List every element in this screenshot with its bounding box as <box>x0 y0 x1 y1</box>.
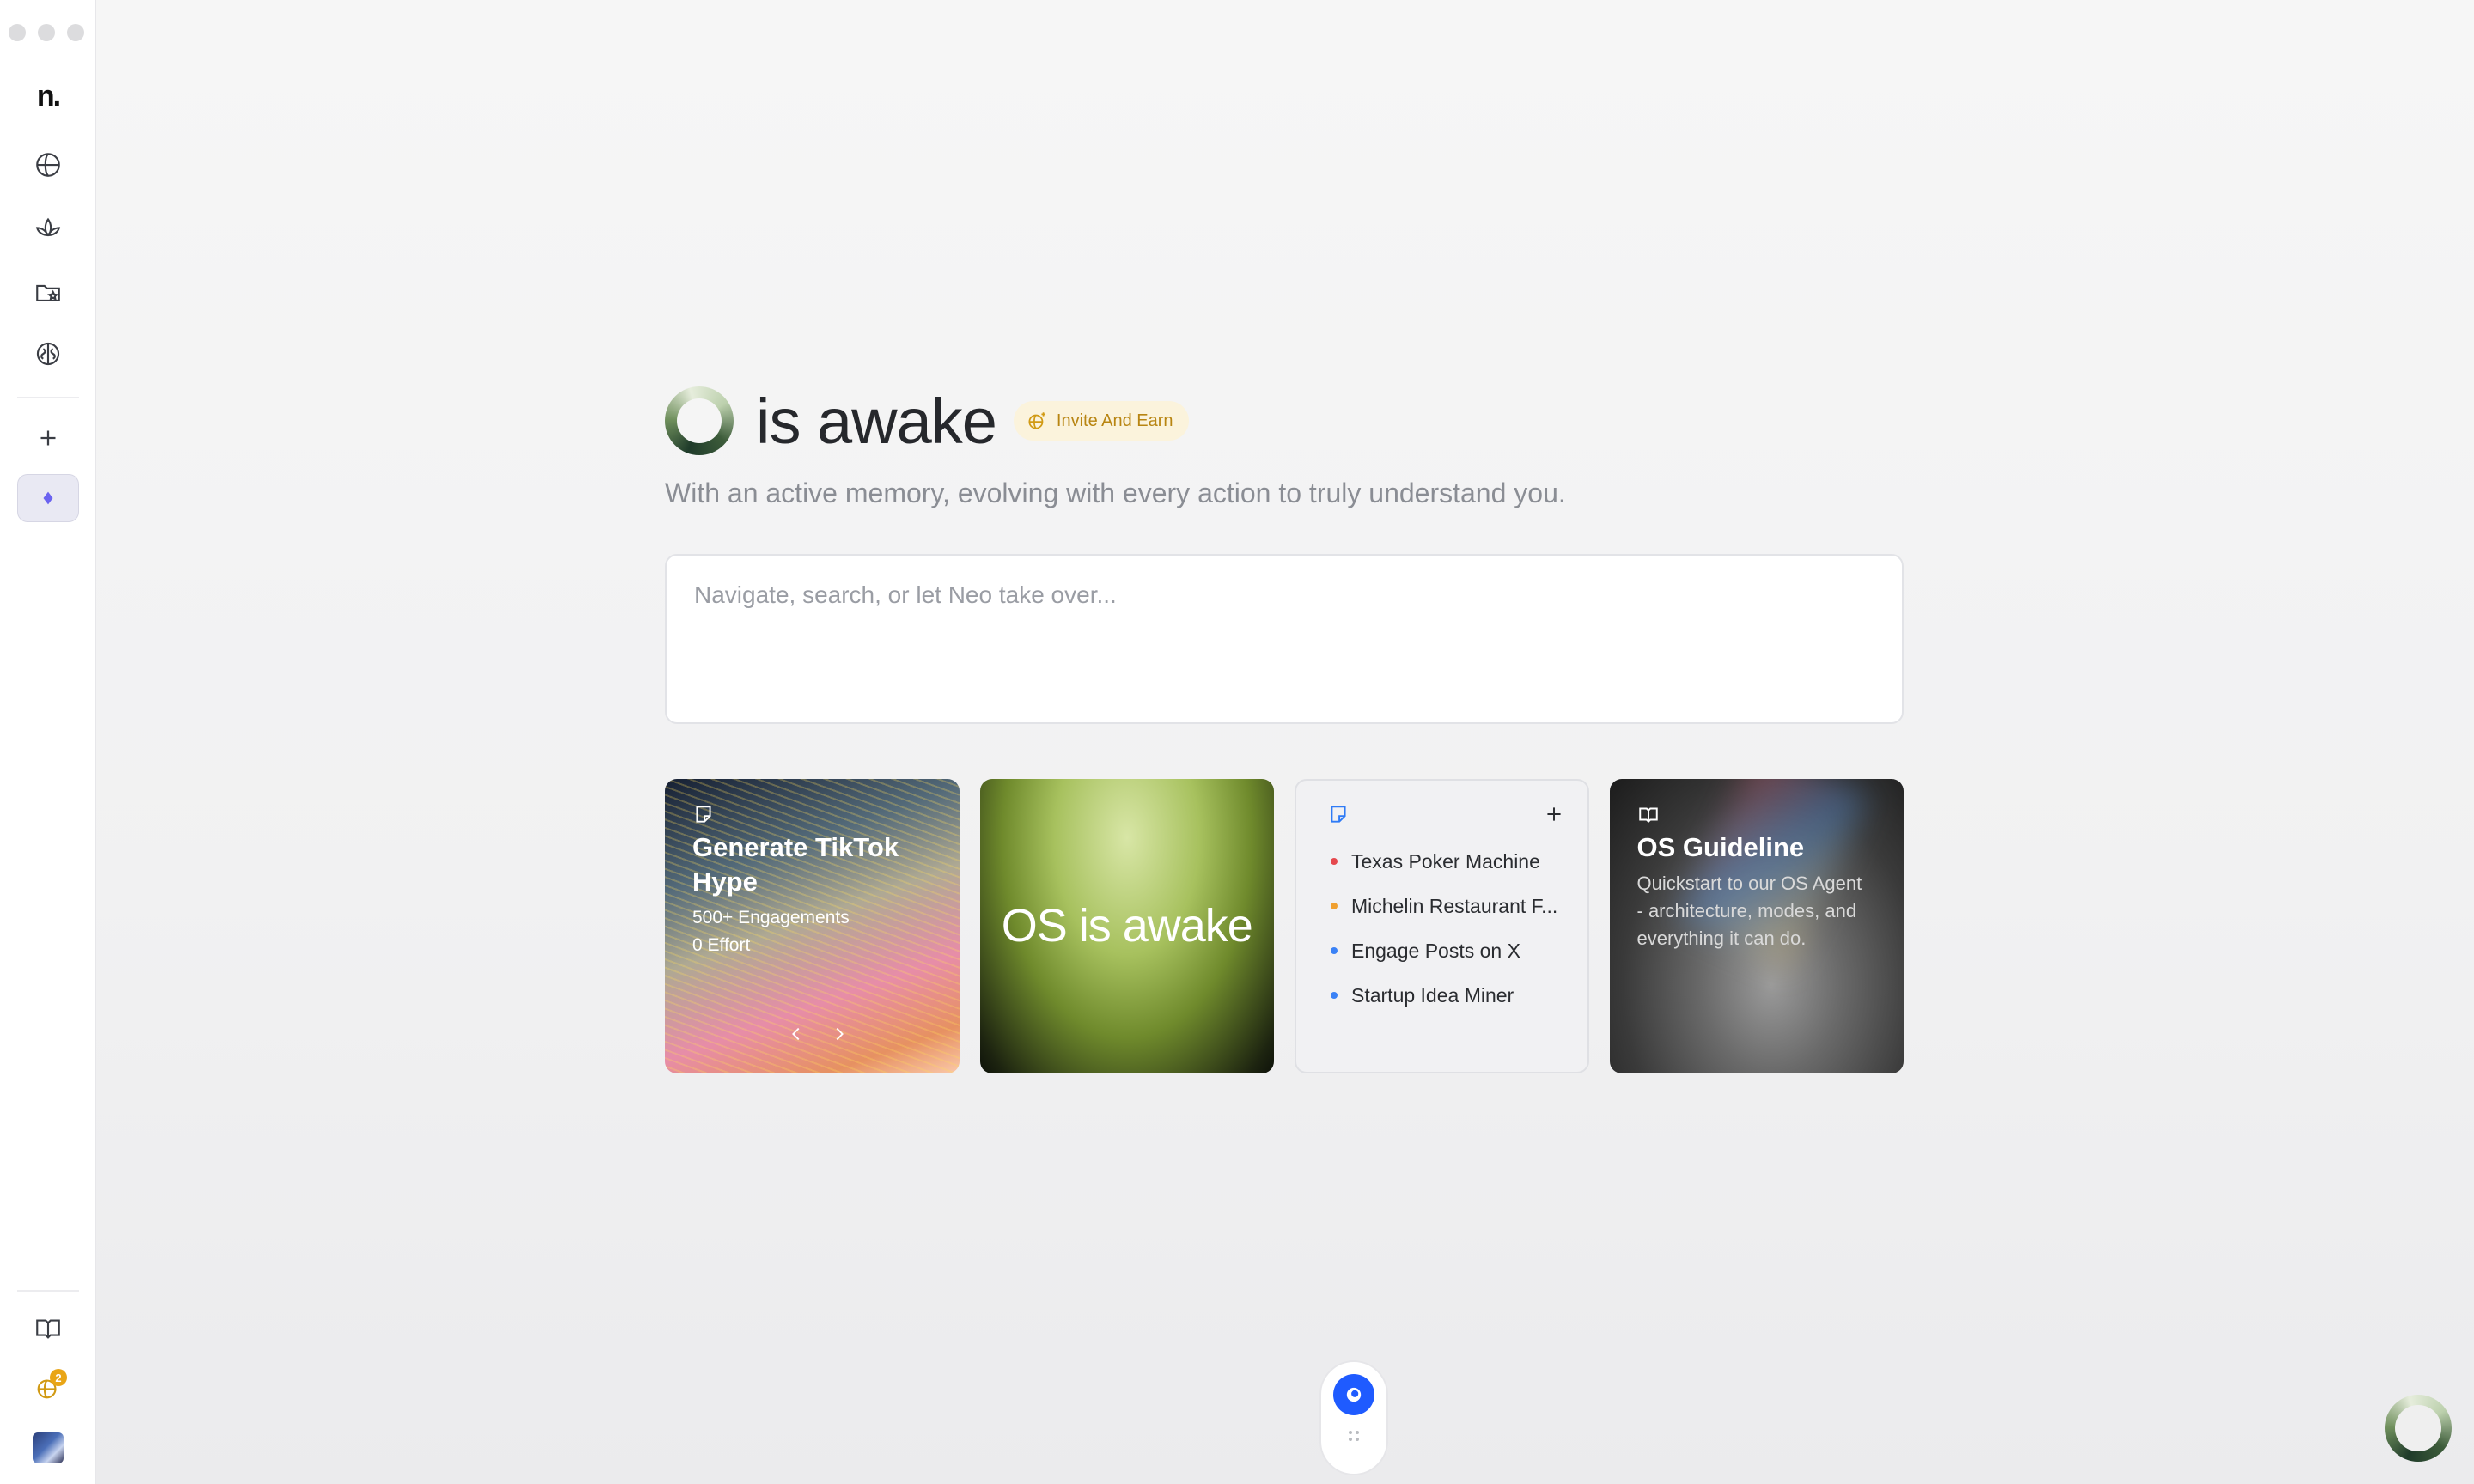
invite-label: Invite And Earn <box>1056 411 1173 430</box>
book-icon <box>36 1319 60 1339</box>
neo-orb-icon <box>665 386 734 455</box>
search-input[interactable] <box>694 581 1874 609</box>
plus-icon <box>40 430 56 446</box>
logo-text: n. <box>36 79 61 113</box>
globe-sparkle-icon <box>1028 412 1045 429</box>
chat-bubble-icon <box>1346 1387 1362 1402</box>
app-logo[interactable]: n. <box>17 72 79 120</box>
next-button[interactable] <box>828 1023 850 1045</box>
neo-orb-button[interactable] <box>2385 1395 2452 1462</box>
close-window-button[interactable] <box>9 24 26 41</box>
card-task-list: Texas Poker Machine Michelin Restaurant … <box>1295 779 1589 1073</box>
list-item[interactable]: Texas Poker Machine <box>1331 839 1574 884</box>
sidebar-item-explore[interactable] <box>17 141 79 189</box>
card-title: OS Guideline <box>1636 832 1805 862</box>
list-item-label: Michelin Restaurant F... <box>1351 894 1558 917</box>
title-row: is awake Invite And Earn <box>665 383 1904 459</box>
list-item[interactable]: Michelin Restaurant F... <box>1331 884 1574 928</box>
card-line2: 0 Effort <box>692 935 751 955</box>
status-dot <box>1331 992 1338 999</box>
diamond-icon <box>43 491 53 505</box>
search-box[interactable] <box>665 554 1904 724</box>
list-item[interactable]: Startup Idea Miner <box>1331 973 1574 1018</box>
status-dot <box>1331 858 1338 865</box>
sidebar-item-memory[interactable] <box>17 330 79 378</box>
chevron-right-icon <box>836 1027 844 1041</box>
folder-star-icon <box>36 284 60 301</box>
list-item-label: Engage Posts on X <box>1351 939 1520 962</box>
status-dot <box>1331 947 1338 954</box>
list-item[interactable]: Engage Posts on X <box>1331 928 1574 973</box>
assistant-dock[interactable] <box>1319 1360 1388 1475</box>
carousel-nav <box>785 1023 850 1045</box>
sidebar-item-active[interactable] <box>17 474 79 522</box>
minimize-window-button[interactable] <box>38 24 55 41</box>
sidebar-item-lotus[interactable] <box>17 203 79 251</box>
note-icon <box>696 806 711 823</box>
rewards-button[interactable]: 2 <box>17 1364 79 1412</box>
sidebar-divider-bottom <box>17 1290 79 1292</box>
card-awake-text: OS is awake <box>1001 900 1253 952</box>
chevron-left-icon <box>792 1027 800 1041</box>
page-title: is awake <box>756 385 997 457</box>
lotus-icon <box>35 217 61 237</box>
card-line1: 500+ Engagements <box>692 908 850 928</box>
status-dot <box>1331 903 1338 909</box>
note-icon <box>1331 806 1346 823</box>
list-item-label: Startup Idea Miner <box>1351 983 1514 1007</box>
zoom-window-button[interactable] <box>67 24 84 41</box>
add-task-button[interactable] <box>1541 801 1567 827</box>
card-os-guideline[interactable]: OS Guideline Quickstart to our OS Agent … <box>1609 779 1904 1073</box>
card-title: Generate TikTok Hype <box>692 832 899 897</box>
book-icon <box>1638 807 1658 824</box>
card-tiktok[interactable]: Generate TikTok Hype 500+ Engagements 0 … <box>665 779 960 1073</box>
globe-icon <box>36 153 60 177</box>
card-os-awake[interactable]: OS is awake <box>979 779 1274 1073</box>
list-item-label: Texas Poker Machine <box>1351 849 1540 873</box>
profile-button[interactable] <box>17 1424 79 1472</box>
avatar <box>33 1432 64 1463</box>
hero-section: is awake Invite And Earn With an active … <box>665 383 1904 1073</box>
new-button[interactable] <box>17 414 79 462</box>
card-description: Quickstart to our OS Agent - architectur… <box>1636 873 1862 949</box>
sidebar-item-favorites[interactable] <box>17 268 79 316</box>
notification-badge: 2 <box>50 1369 67 1386</box>
guide-button[interactable] <box>17 1304 79 1352</box>
window-controls <box>9 24 84 41</box>
brain-icon <box>36 342 60 366</box>
invite-and-earn-button[interactable]: Invite And Earn <box>1013 401 1189 441</box>
drag-handle[interactable] <box>1349 1431 1359 1441</box>
plus-icon <box>1546 807 1561 821</box>
page-subtitle: With an active memory, evolving with eve… <box>665 477 1566 508</box>
cards-row: Generate TikTok Hype 500+ Engagements 0 … <box>665 779 1904 1073</box>
assistant-logo-icon[interactable] <box>1333 1374 1374 1415</box>
sidebar: n. 2 <box>0 0 96 1484</box>
sidebar-divider <box>17 397 79 398</box>
prev-button[interactable] <box>785 1023 807 1045</box>
task-list: Texas Poker Machine Michelin Restaurant … <box>1331 839 1574 1018</box>
